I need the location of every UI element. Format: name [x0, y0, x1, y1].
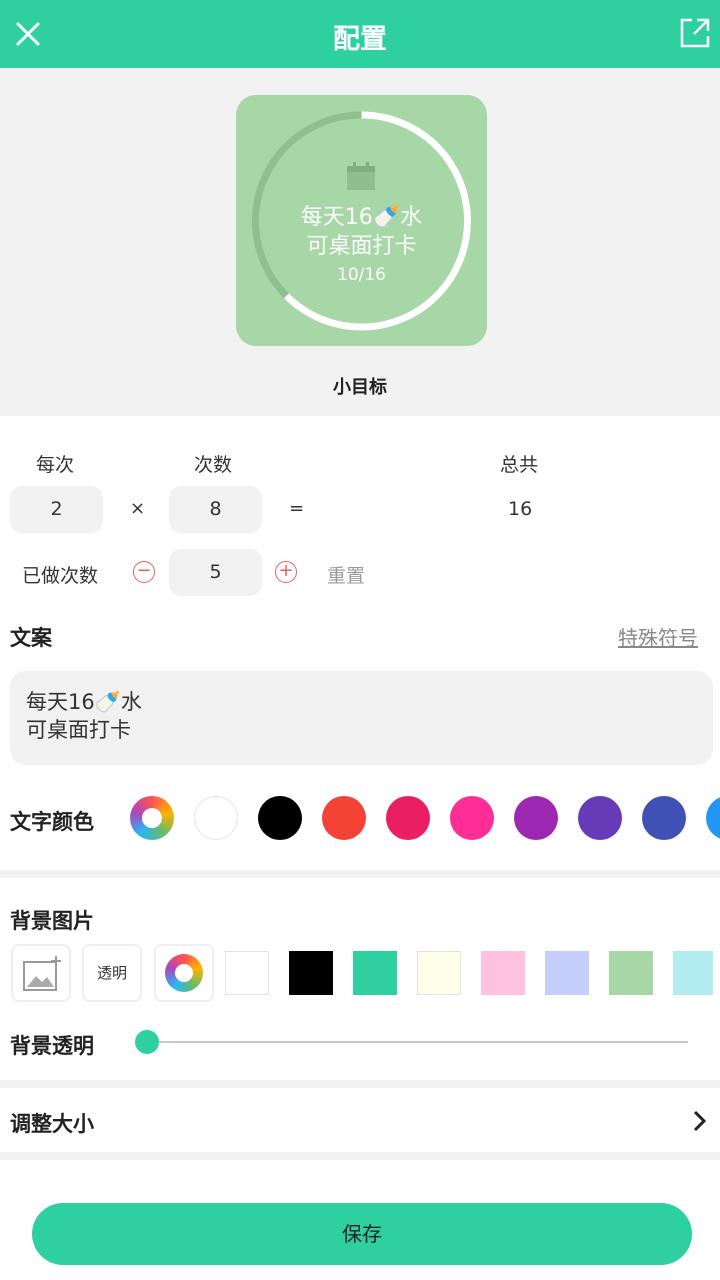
- text-color-swatch[interactable]: [642, 796, 686, 840]
- add-image-button[interactable]: [11, 944, 71, 1002]
- text-color-label: 文字颜色: [10, 810, 94, 834]
- total-value: 16: [508, 498, 533, 520]
- copy-textarea[interactable]: 每天16🍼水 可桌面打卡: [10, 671, 713, 765]
- share-icon[interactable]: [678, 16, 712, 50]
- bg-color-swatch[interactable]: [289, 951, 333, 995]
- top-bar: 配置: [0, 0, 720, 68]
- section-divider: [0, 870, 720, 878]
- done-count-input[interactable]: 5: [169, 549, 262, 596]
- resize-label: 调整大小: [10, 1112, 94, 1136]
- reset-button[interactable]: 重置: [327, 561, 365, 588]
- bg-opacity-slider-track[interactable]: [147, 1041, 688, 1043]
- bg-color-swatch[interactable]: [225, 951, 269, 995]
- bg-opacity-slider-thumb[interactable]: [135, 1030, 159, 1054]
- total-label: 总共: [500, 454, 539, 476]
- calendar-icon: [346, 161, 376, 195]
- save-button[interactable]: 保存: [32, 1203, 692, 1265]
- bg-color-swatch[interactable]: [353, 951, 397, 995]
- special-symbols-link[interactable]: 特殊符号: [618, 622, 698, 651]
- bg-color-swatch[interactable]: [417, 951, 461, 995]
- widget-progress-text: 10/16: [337, 265, 386, 285]
- color-wheel-icon: [165, 954, 203, 992]
- text-color-swatch[interactable]: [194, 796, 238, 840]
- increment-button[interactable]: +: [275, 561, 297, 583]
- copy-text: 每天16🍼水 可桌面打卡: [26, 690, 142, 742]
- equals-sign: =: [289, 498, 305, 519]
- chevron-right-icon: [693, 1110, 707, 1132]
- page-title: 配置: [333, 24, 387, 55]
- bg-color-picker-button[interactable]: [154, 944, 214, 1002]
- add-image-icon: [23, 956, 61, 991]
- bg-color-swatch[interactable]: [609, 951, 653, 995]
- times-input[interactable]: 8: [169, 486, 262, 533]
- resize-row[interactable]: 调整大小: [0, 1088, 720, 1152]
- widget-name: 小目标: [333, 377, 387, 398]
- background-title: 背景图片: [10, 909, 94, 933]
- widget-preview: 每天16🍼水 可桌面打卡 10/16: [236, 95, 487, 346]
- bg-color-swatch[interactable]: [545, 951, 589, 995]
- text-color-swatch[interactable]: [578, 796, 622, 840]
- bg-opacity-label: 背景透明: [10, 1034, 94, 1058]
- text-color-swatch[interactable]: [258, 796, 302, 840]
- per-time-input[interactable]: 2: [10, 486, 103, 533]
- widget-line-2: 可桌面打卡: [306, 234, 417, 259]
- multiply-sign: ×: [130, 498, 146, 519]
- copy-title: 文案: [10, 626, 52, 650]
- bg-color-swatch[interactable]: [481, 951, 525, 995]
- done-count-label: 已做次数: [22, 565, 99, 587]
- per-time-label: 每次: [36, 454, 75, 476]
- text-color-swatch[interactable]: [322, 796, 366, 840]
- decrement-button[interactable]: −: [133, 561, 155, 583]
- text-color-swatch[interactable]: [514, 796, 558, 840]
- widget-line-1: 每天16🍼水: [300, 205, 423, 230]
- color-picker-wheel[interactable]: [130, 796, 174, 840]
- text-color-swatch[interactable]: [450, 796, 494, 840]
- bg-color-swatch[interactable]: [673, 951, 713, 995]
- transparent-button[interactable]: 透明: [82, 944, 142, 1002]
- section-divider: [0, 1080, 720, 1088]
- text-color-swatch[interactable]: [706, 796, 720, 840]
- section-divider: [0, 1152, 720, 1160]
- text-color-swatch[interactable]: [386, 796, 430, 840]
- times-label: 次数: [194, 454, 233, 476]
